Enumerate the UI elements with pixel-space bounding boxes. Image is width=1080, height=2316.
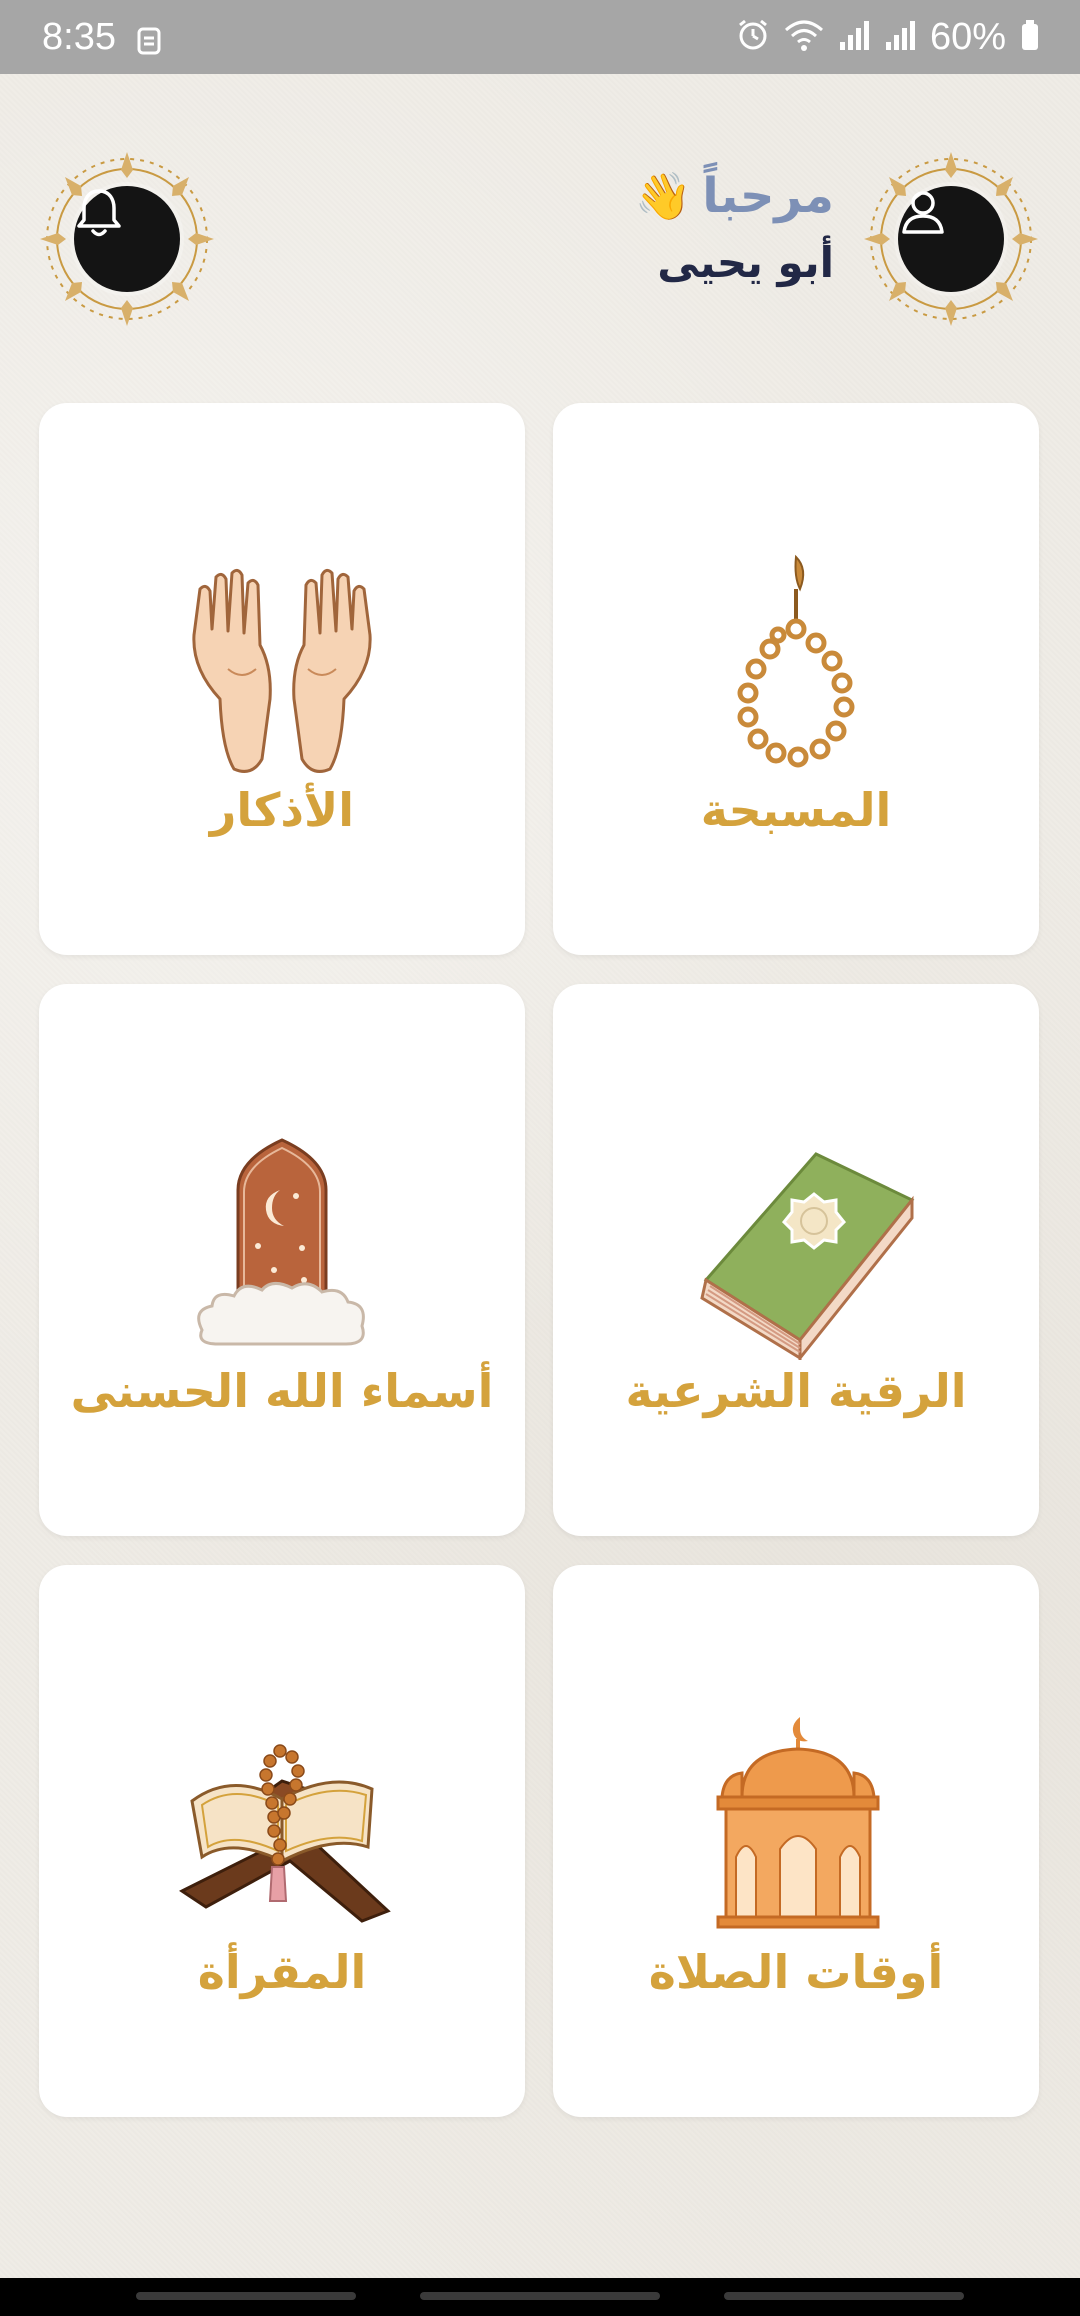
status-bar: 8:35 60% bbox=[0, 0, 1080, 74]
card-masbaha[interactable]: المسبحة bbox=[553, 403, 1039, 955]
card-label: الأذكار bbox=[209, 783, 355, 837]
mosque-icon bbox=[676, 1711, 916, 1941]
quran-stand-icon bbox=[162, 1711, 402, 1941]
card-maqraa[interactable]: المقرأة bbox=[39, 1565, 525, 2117]
crescent-moon-arch-icon bbox=[162, 1130, 402, 1360]
status-time: 8:35 bbox=[42, 16, 116, 58]
signal-icon-2 bbox=[884, 18, 916, 56]
card-asma-allah[interactable]: أسماء الله الحسنى bbox=[39, 984, 525, 1536]
battery-percent: 60% bbox=[929, 15, 1006, 58]
card-label: الرقية الشرعية bbox=[625, 1364, 967, 1418]
nav-handle-left[interactable] bbox=[136, 2292, 356, 2300]
user-name: أبو يحيى bbox=[657, 238, 834, 287]
praying-hands-icon bbox=[162, 549, 402, 779]
profile-area bbox=[858, 146, 1044, 332]
card-label: أسماء الله الحسنى bbox=[70, 1364, 494, 1418]
nav-handle-center[interactable] bbox=[420, 2292, 660, 2300]
battery-icon bbox=[1020, 18, 1040, 56]
prayer-beads-icon bbox=[676, 549, 916, 779]
book-icon bbox=[676, 1130, 916, 1363]
greeting-line: مرحباً 👋 bbox=[635, 168, 834, 224]
card-label: أوقات الصلاة bbox=[648, 1945, 944, 1999]
notifications-button[interactable] bbox=[74, 186, 180, 292]
card-prayer-times[interactable]: أوقات الصلاة bbox=[553, 1565, 1039, 2117]
nav-handle-right[interactable] bbox=[724, 2292, 964, 2300]
sim-icon bbox=[136, 26, 162, 56]
card-ruqyah[interactable]: الرقية الشرعية bbox=[553, 984, 1039, 1536]
card-label: المسبحة bbox=[700, 783, 892, 837]
notifications-area bbox=[34, 146, 220, 332]
alarm-icon bbox=[736, 18, 770, 56]
profile-button[interactable] bbox=[898, 186, 1004, 292]
status-icons: 60% bbox=[736, 14, 1040, 60]
system-nav-bar bbox=[0, 2278, 1080, 2316]
wifi-icon bbox=[784, 18, 824, 56]
greeting-block: مرحباً 👋 أبو يحيى bbox=[635, 168, 834, 287]
greeting-text: مرحباً bbox=[702, 168, 834, 224]
card-adhkar[interactable]: الأذكار bbox=[39, 403, 525, 955]
waving-hand-icon: 👋 bbox=[634, 168, 693, 223]
signal-icon bbox=[838, 18, 870, 56]
card-label: المقرأة bbox=[197, 1945, 367, 1999]
